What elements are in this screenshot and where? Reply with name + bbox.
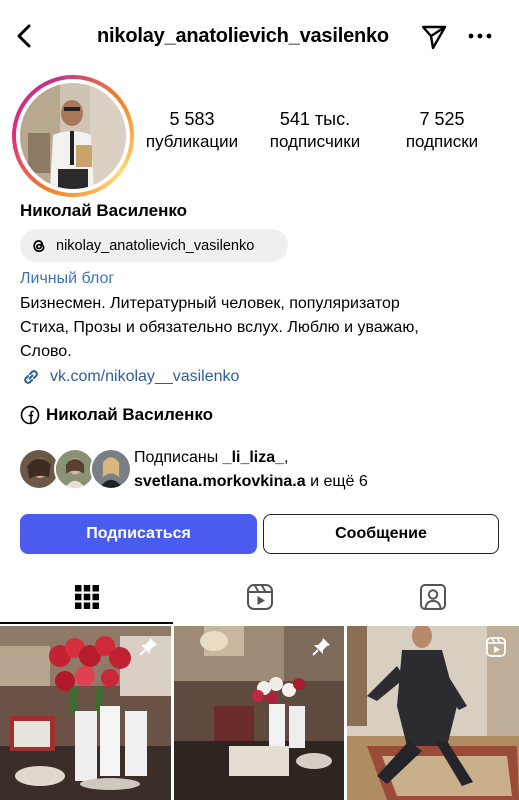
facebook-name: Николай Василенко xyxy=(46,405,214,424)
post-thumbnail[interactable] xyxy=(174,626,344,800)
followed-by-suffix: и ещё 6 xyxy=(305,473,368,490)
separator: , xyxy=(284,449,289,466)
profile-username: nikolay_anatolievich_vasilenko xyxy=(97,25,389,47)
tab-reels[interactable] xyxy=(173,570,346,624)
paper-plane-icon[interactable] xyxy=(420,22,448,50)
stat-label: подписчики xyxy=(269,132,361,151)
more-horizontal-icon[interactable] xyxy=(466,28,494,44)
followed-by[interactable]: Подписаны _li_liza_, svetlana.morkovkina… xyxy=(18,446,498,496)
tab-tagged[interactable] xyxy=(346,570,519,624)
stat-value: 7 525 xyxy=(419,109,465,129)
stat-followers[interactable]: 541 тыс. подписчики xyxy=(262,108,368,153)
threads-badge[interactable]: nikolay_anatolievich_vasilenko xyxy=(20,229,288,262)
bio-line: Стиха, Прозы и обязательно вслух. Люблю … xyxy=(20,319,419,336)
tab-posts-grid[interactable] xyxy=(0,570,173,624)
profile-category: Личный блог xyxy=(20,270,115,287)
profile-display-name: Николай Василенко xyxy=(20,201,188,220)
profile-avatar-story-ring[interactable] xyxy=(12,75,134,197)
facebook-icon xyxy=(20,405,40,425)
tagged-icon xyxy=(419,584,446,610)
top-bar: nikolay_anatolievich_vasilenko xyxy=(0,0,519,72)
stat-value: 5 583 xyxy=(169,109,215,129)
follower-username[interactable]: svetlana.morkovkina.a xyxy=(134,473,306,490)
pin-icon xyxy=(312,638,330,656)
follower-username[interactable]: _li_liza_ xyxy=(223,449,284,466)
grid-icon xyxy=(74,585,99,609)
link-icon xyxy=(24,370,38,384)
stat-posts[interactable]: 5 583 публикации xyxy=(140,108,244,153)
follower-avatar xyxy=(90,448,132,490)
bio-line: Бизнесмен. Литературный человек, популяр… xyxy=(20,295,400,312)
message-button[interactable]: Сообщение xyxy=(263,514,499,554)
bio-line: Слово. xyxy=(20,343,72,360)
threads-handle: nikolay_anatolievich_vasilenko xyxy=(56,237,255,254)
follow-button[interactable]: Подписаться xyxy=(20,514,257,554)
chevron-left-icon[interactable] xyxy=(12,22,38,50)
reels-icon xyxy=(246,584,273,610)
threads-icon xyxy=(33,239,45,252)
followed-by-text: Подписаны _li_liza_, svetlana.morkovkina… xyxy=(134,446,368,494)
profile-link[interactable]: vk.com/nikolay__vasilenko xyxy=(20,365,239,389)
stat-label: публикации xyxy=(145,132,239,151)
followed-by-prefix: Подписаны xyxy=(134,449,223,466)
reels-icon xyxy=(486,637,506,657)
profile-bio: Бизнесмен. Литературный человек, популяр… xyxy=(20,292,500,364)
profile-tabs xyxy=(0,570,519,624)
pin-icon xyxy=(139,638,157,656)
post-thumbnail[interactable] xyxy=(347,626,519,800)
stat-label: подписки xyxy=(405,132,479,151)
avatar xyxy=(20,83,126,189)
facebook-profile-link[interactable]: Николай Василенко xyxy=(20,403,213,427)
profile-link-text: vk.com/nikolay__vasilenko xyxy=(50,368,240,385)
stat-value: 541 тыс. xyxy=(279,109,351,129)
active-tab-indicator xyxy=(0,622,173,624)
post-thumbnail[interactable] xyxy=(0,626,171,800)
stat-following[interactable]: 7 525 подписки xyxy=(396,108,488,153)
posts-grid xyxy=(0,626,519,800)
